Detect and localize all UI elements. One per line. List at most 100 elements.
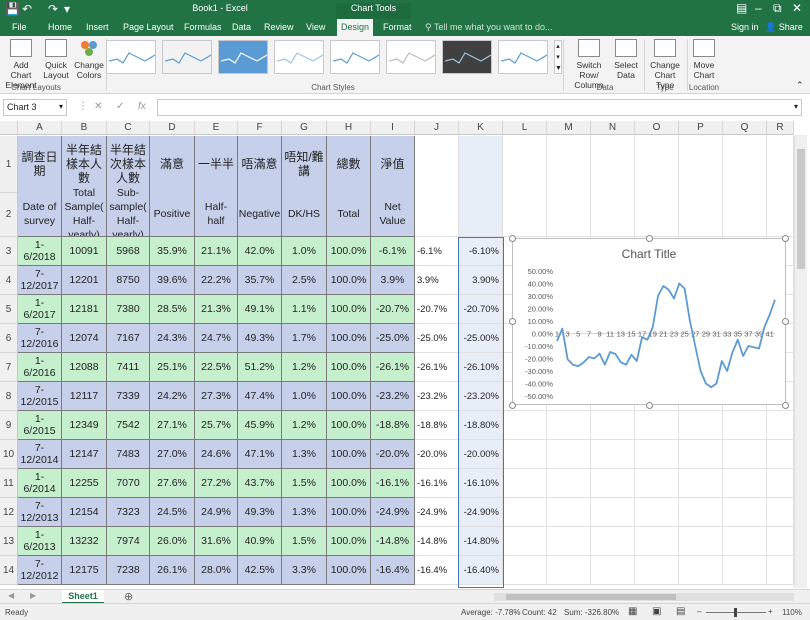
data-cell[interactable]: 7542: [107, 411, 150, 440]
column-header[interactable]: E: [195, 121, 238, 135]
empty-cell[interactable]: [635, 469, 679, 498]
empty-cell[interactable]: [503, 556, 547, 585]
data-cell[interactable]: -18.80%: [459, 411, 503, 440]
row-header[interactable]: 5: [0, 295, 18, 324]
column-header[interactable]: O: [635, 121, 679, 135]
header-cell-total100[interactable]: 總數 Total: [327, 136, 371, 237]
data-cell[interactable]: -24.90%: [459, 498, 503, 527]
data-cell[interactable]: 24.7%: [195, 324, 238, 353]
zoom-out-icon[interactable]: –: [697, 607, 701, 616]
data-cell[interactable]: 47.4%: [238, 382, 282, 411]
data-cell[interactable]: 12117: [62, 382, 107, 411]
data-cell[interactable]: 100.0%: [327, 498, 371, 527]
data-cell[interactable]: -18.8%: [371, 411, 415, 440]
empty-cell[interactable]: [503, 136, 547, 237]
empty-cell[interactable]: [591, 498, 635, 527]
data-cell[interactable]: -25.00%: [459, 324, 503, 353]
empty-cell[interactable]: [503, 498, 547, 527]
data-cell[interactable]: -16.1%: [371, 469, 415, 498]
data-cell[interactable]: -14.80%: [459, 527, 503, 556]
data-cell[interactable]: -25.0%: [371, 324, 415, 353]
chart-style-thumb[interactable]: [498, 40, 548, 74]
empty-cell[interactable]: [723, 136, 767, 237]
data-cell[interactable]: -26.1%: [371, 353, 415, 382]
empty-cell[interactable]: [547, 469, 591, 498]
data-cell[interactable]: 21.3%: [195, 295, 238, 324]
column-header[interactable]: F: [238, 121, 282, 135]
tab-format[interactable]: Format: [383, 22, 412, 32]
data-cell[interactable]: -14.8%: [415, 527, 459, 556]
column-header[interactable]: R: [767, 121, 794, 135]
data-cell[interactable]: -6.10%: [459, 237, 503, 266]
chart-style-thumb[interactable]: [218, 40, 268, 74]
column-header[interactable]: H: [327, 121, 371, 135]
column-header[interactable]: A: [18, 121, 62, 135]
data-cell[interactable]: 3.9%: [371, 266, 415, 295]
data-cell[interactable]: -18.8%: [415, 411, 459, 440]
data-cell[interactable]: 1-6/2017: [18, 295, 62, 324]
row-header[interactable]: 10: [0, 440, 18, 469]
empty-cell[interactable]: [767, 556, 794, 585]
tab-home[interactable]: Home: [48, 22, 72, 32]
close-icon[interactable]: ✕: [792, 1, 802, 15]
empty-cell[interactable]: [679, 498, 723, 527]
data-cell[interactable]: -16.10%: [459, 469, 503, 498]
data-cell[interactable]: 100.0%: [327, 237, 371, 266]
row-header[interactable]: 4: [0, 266, 18, 295]
data-cell[interactable]: 26.0%: [150, 527, 195, 556]
data-cell[interactable]: 100.0%: [327, 266, 371, 295]
empty-cell[interactable]: [547, 527, 591, 556]
data-cell[interactable]: -14.8%: [371, 527, 415, 556]
chart-style-thumb[interactable]: [386, 40, 436, 74]
data-cell[interactable]: 27.3%: [195, 382, 238, 411]
change-colors-button[interactable]: Change Colors: [74, 39, 104, 80]
empty-cell[interactable]: [723, 556, 767, 585]
enter-icon[interactable]: ✓: [116, 101, 124, 112]
new-sheet-icon[interactable]: ⊕: [124, 590, 133, 603]
data-cell[interactable]: -23.2%: [371, 382, 415, 411]
empty-cell[interactable]: [635, 440, 679, 469]
empty-cell[interactable]: [723, 469, 767, 498]
data-cell[interactable]: 24.2%: [150, 382, 195, 411]
data-cell[interactable]: 1.5%: [282, 527, 327, 556]
data-cell[interactable]: 1.0%: [282, 237, 327, 266]
data-cell[interactable]: 1-6/2016: [18, 353, 62, 382]
data-cell[interactable]: 49.1%: [238, 295, 282, 324]
data-cell[interactable]: 7380: [107, 295, 150, 324]
empty-cell[interactable]: [679, 527, 723, 556]
data-cell[interactable]: 1.1%: [282, 295, 327, 324]
resize-handle[interactable]: [509, 402, 516, 409]
empty-cell[interactable]: [591, 556, 635, 585]
h-scroll-thumb[interactable]: [506, 594, 676, 600]
column-header[interactable]: I: [371, 121, 415, 135]
column-header[interactable]: B: [62, 121, 107, 135]
data-cell[interactable]: 12088: [62, 353, 107, 382]
tab-review[interactable]: Review: [264, 22, 294, 32]
header-cell-date[interactable]: 調查日期 Date of survey: [18, 136, 62, 237]
resize-handle[interactable]: [646, 402, 653, 409]
ribbon-display-icon[interactable]: ▤: [736, 1, 747, 15]
empty-cell[interactable]: [679, 440, 723, 469]
data-cell[interactable]: 22.2%: [195, 266, 238, 295]
data-cell[interactable]: 1-6/2014: [18, 469, 62, 498]
empty-cell[interactable]: [591, 469, 635, 498]
empty-cell[interactable]: [767, 411, 794, 440]
data-cell[interactable]: 39.6%: [150, 266, 195, 295]
chevron-down-icon[interactable]: ▾: [59, 102, 63, 111]
data-cell[interactable]: 1-6/2018: [18, 237, 62, 266]
data-cell[interactable]: -20.7%: [415, 295, 459, 324]
data-cell[interactable]: 100.0%: [327, 382, 371, 411]
data-cell[interactable]: 7411: [107, 353, 150, 382]
data-cell[interactable]: -23.2%: [415, 382, 459, 411]
header-cell-sub[interactable]: 半年結次樣本人數 Sub-sample( Half-yearly): [107, 136, 150, 237]
name-box[interactable]: Chart 3 ▾: [3, 99, 67, 116]
empty-cell[interactable]: [459, 136, 503, 237]
data-cell[interactable]: -23.20%: [459, 382, 503, 411]
tab-view[interactable]: View: [306, 22, 325, 32]
data-cell[interactable]: -20.7%: [371, 295, 415, 324]
data-cell[interactable]: 25.1%: [150, 353, 195, 382]
row-header[interactable]: 11: [0, 469, 18, 498]
empty-cell[interactable]: [503, 469, 547, 498]
empty-cell[interactable]: [767, 527, 794, 556]
tab-page-layout[interactable]: Page Layout: [123, 22, 174, 32]
